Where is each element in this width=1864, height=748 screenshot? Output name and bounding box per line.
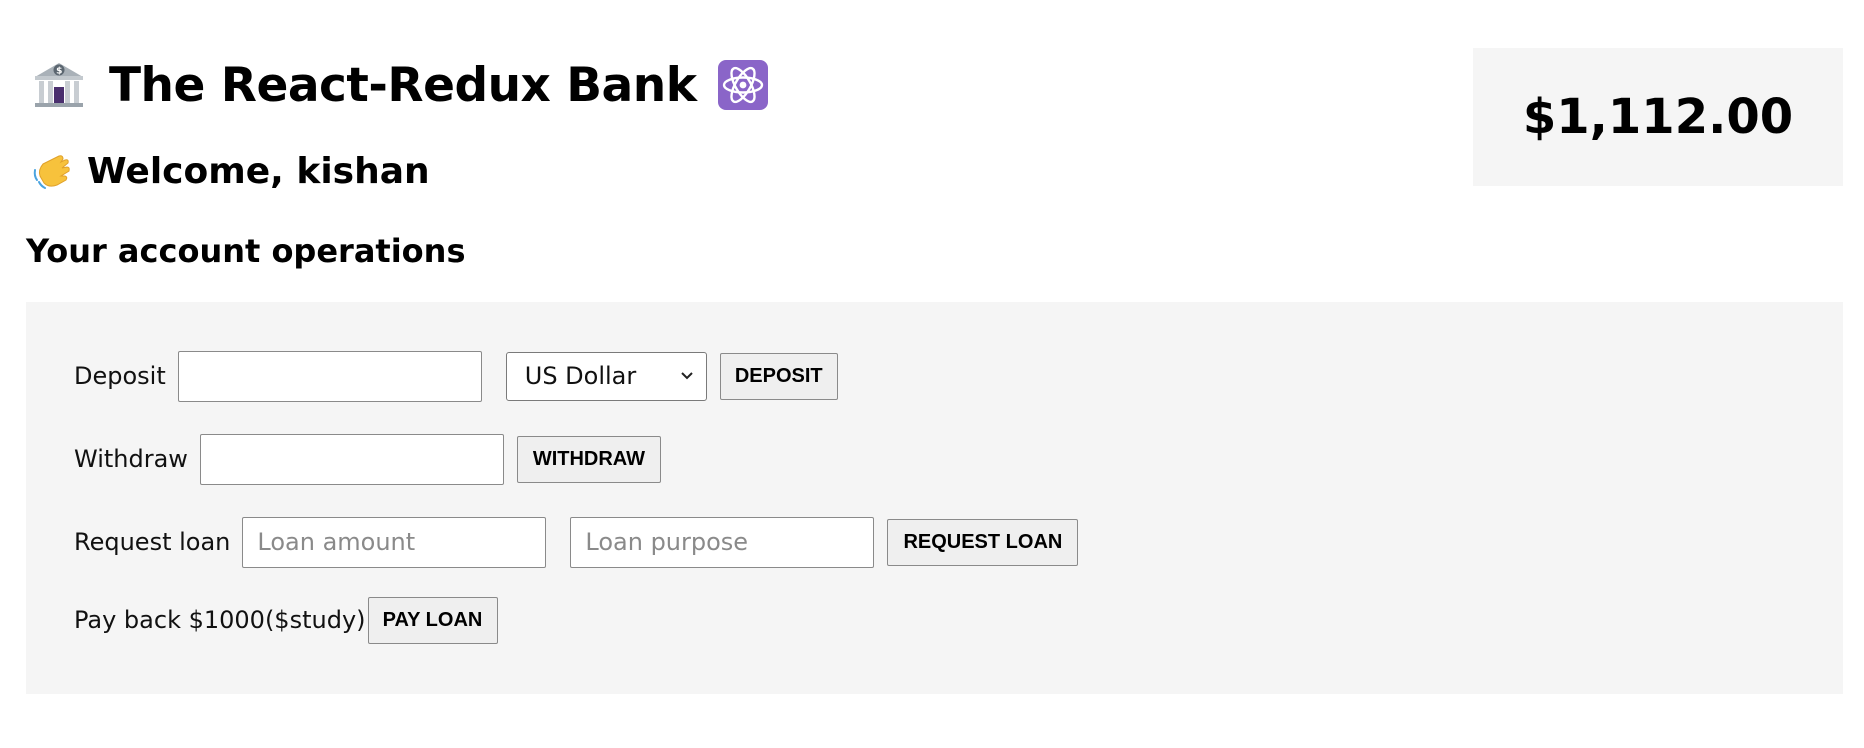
welcome-text: Welcome, kishan bbox=[87, 150, 430, 192]
pay-loan-button[interactable]: PAY LOAN bbox=[367, 596, 498, 644]
waving-hand-icon bbox=[33, 155, 70, 189]
request-loan-label: Request loan bbox=[74, 528, 231, 556]
deposit-amount-input[interactable] bbox=[177, 350, 482, 402]
loan-amount-input[interactable] bbox=[242, 516, 547, 568]
currency-selected-value: US Dollar bbox=[524, 362, 637, 390]
operations-panel: Deposit US Dollar DEPOSIT Withdraw WITHD… bbox=[26, 302, 1843, 694]
section-title: Your account operations bbox=[26, 232, 466, 270]
balance-display: $1,112.00 bbox=[1473, 48, 1843, 186]
svg-text:$: $ bbox=[56, 67, 62, 77]
bank-icon: $ bbox=[35, 63, 83, 107]
request-loan-row: Request loan REQUEST LOAN bbox=[74, 516, 1079, 568]
react-atom-icon bbox=[718, 60, 769, 110]
request-loan-button[interactable]: REQUEST LOAN bbox=[887, 518, 1079, 566]
currency-select[interactable]: US Dollar bbox=[505, 351, 707, 401]
app-title-text: The React-Redux Bank bbox=[109, 57, 697, 113]
pay-back-label: Pay back $1000($study) bbox=[74, 606, 366, 634]
balance-amount: $1,112.00 bbox=[1522, 89, 1794, 145]
deposit-label: Deposit bbox=[74, 362, 166, 390]
withdraw-row: Withdraw WITHDRAW bbox=[74, 433, 661, 485]
deposit-button[interactable]: DEPOSIT bbox=[719, 352, 838, 400]
pay-loan-row: Pay back $1000($study) PAY LOAN bbox=[74, 595, 498, 645]
app-title: $ The React-Redux Bank bbox=[31, 50, 769, 120]
chevron-down-icon bbox=[681, 372, 693, 380]
withdraw-amount-input[interactable] bbox=[199, 433, 504, 485]
loan-purpose-input[interactable] bbox=[570, 516, 875, 568]
withdraw-label: Withdraw bbox=[74, 445, 188, 473]
withdraw-button[interactable]: WITHDRAW bbox=[516, 435, 661, 483]
welcome-message: Welcome, kishan bbox=[31, 146, 430, 196]
deposit-row: Deposit US Dollar DEPOSIT bbox=[74, 350, 838, 402]
